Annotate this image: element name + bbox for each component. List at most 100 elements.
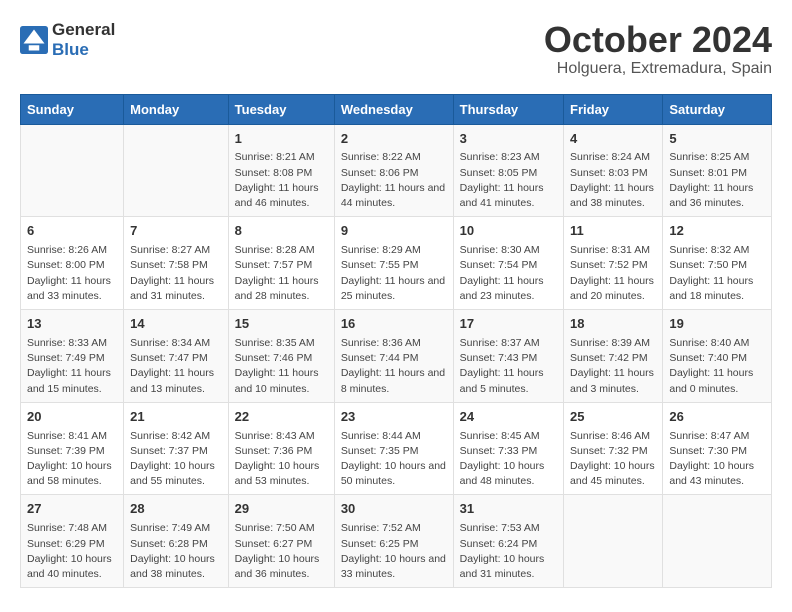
calendar-cell: 19Sunrise: 8:40 AM Sunset: 7:40 PM Dayli… bbox=[663, 310, 772, 403]
day-content: Sunrise: 8:46 AM Sunset: 7:32 PM Dayligh… bbox=[570, 429, 656, 490]
calendar-cell bbox=[564, 495, 663, 588]
day-number: 2 bbox=[341, 130, 447, 149]
day-content: Sunrise: 8:22 AM Sunset: 8:06 PM Dayligh… bbox=[341, 150, 447, 211]
calendar-cell: 27Sunrise: 7:48 AM Sunset: 6:29 PM Dayli… bbox=[21, 495, 124, 588]
day-content: Sunrise: 8:39 AM Sunset: 7:42 PM Dayligh… bbox=[570, 336, 656, 397]
day-number: 23 bbox=[341, 408, 447, 427]
header-saturday: Saturday bbox=[663, 94, 772, 124]
calendar-cell: 17 Sunrise: 8:37 AM Sunset: 7:43 PM Dayli… bbox=[453, 310, 563, 403]
logo-blue: Blue bbox=[52, 40, 89, 59]
calendar-cell: 15Sunrise: 8:35 AM Sunset: 7:46 PM Dayli… bbox=[228, 310, 334, 403]
logo-icon bbox=[20, 26, 48, 54]
day-number: 11 bbox=[570, 222, 656, 241]
calendar-cell: 31 Sunrise: 7:53 AM Sunset: 6:24 PM Dayli… bbox=[453, 495, 563, 588]
page-header: General Blue October 2024 Holguera, Extr… bbox=[20, 20, 772, 78]
day-content: Sunrise: 8:47 AM Sunset: 7:30 PM Dayligh… bbox=[669, 429, 765, 490]
calendar-cell: 20Sunrise: 8:41 AM Sunset: 7:39 PM Dayli… bbox=[21, 402, 124, 495]
day-content: Sunrise: 7:50 AM Sunset: 6:27 PM Dayligh… bbox=[235, 521, 328, 582]
calendar-header-row: SundayMondayTuesdayWednesdayThursdayFrid… bbox=[21, 94, 772, 124]
day-number: 8 bbox=[235, 222, 328, 241]
calendar-week-1: 1Sunrise: 8:21 AM Sunset: 8:08 PM Daylig… bbox=[21, 124, 772, 217]
day-number: 1 bbox=[235, 130, 328, 149]
day-content: Sunrise: 8:32 AM Sunset: 7:50 PM Dayligh… bbox=[669, 243, 765, 304]
calendar-cell: 16 Sunrise: 8:36 AM Sunset: 7:44 PM Dayli… bbox=[334, 310, 453, 403]
calendar-cell: 7 Sunrise: 8:27 AM Sunset: 7:58 PM Daylig… bbox=[124, 217, 229, 310]
day-number: 12 bbox=[669, 222, 765, 241]
day-content: Sunrise: 8:26 AM Sunset: 8:00 PM Dayligh… bbox=[27, 243, 117, 304]
day-content: Sunrise: 8:21 AM Sunset: 8:08 PM Dayligh… bbox=[235, 150, 328, 211]
calendar-cell: 25 Sunrise: 8:46 AM Sunset: 7:32 PM Dayli… bbox=[564, 402, 663, 495]
day-number: 15 bbox=[235, 315, 328, 334]
day-number: 14 bbox=[130, 315, 222, 334]
day-content: Sunrise: 8:30 AM Sunset: 7:54 PM Dayligh… bbox=[460, 243, 557, 304]
day-number: 5 bbox=[669, 130, 765, 149]
day-number: 10 bbox=[460, 222, 557, 241]
header-monday: Monday bbox=[124, 94, 229, 124]
header-tuesday: Tuesday bbox=[228, 94, 334, 124]
day-content: Sunrise: 8:41 AM Sunset: 7:39 PM Dayligh… bbox=[27, 429, 117, 490]
day-number: 18 bbox=[570, 315, 656, 334]
day-number: 31 bbox=[460, 500, 557, 519]
main-title: October 2024 bbox=[544, 20, 772, 60]
day-content: Sunrise: 8:28 AM Sunset: 7:57 PM Dayligh… bbox=[235, 243, 328, 304]
logo: General Blue bbox=[20, 20, 115, 60]
calendar-cell: 10 Sunrise: 8:30 AM Sunset: 7:54 PM Dayli… bbox=[453, 217, 563, 310]
logo-general: General bbox=[52, 20, 115, 39]
day-content: Sunrise: 7:53 AM Sunset: 6:24 PM Dayligh… bbox=[460, 521, 557, 582]
calendar-cell: 13Sunrise: 8:33 AM Sunset: 7:49 PM Dayli… bbox=[21, 310, 124, 403]
day-content: Sunrise: 8:37 AM Sunset: 7:43 PM Dayligh… bbox=[460, 336, 557, 397]
calendar-cell: 18 Sunrise: 8:39 AM Sunset: 7:42 PM Dayli… bbox=[564, 310, 663, 403]
day-number: 29 bbox=[235, 500, 328, 519]
day-content: Sunrise: 8:23 AM Sunset: 8:05 PM Dayligh… bbox=[460, 150, 557, 211]
day-content: Sunrise: 8:44 AM Sunset: 7:35 PM Dayligh… bbox=[341, 429, 447, 490]
day-number: 21 bbox=[130, 408, 222, 427]
calendar-table: SundayMondayTuesdayWednesdayThursdayFrid… bbox=[20, 94, 772, 589]
day-content: Sunrise: 8:29 AM Sunset: 7:55 PM Dayligh… bbox=[341, 243, 447, 304]
calendar-cell: 28Sunrise: 7:49 AM Sunset: 6:28 PM Dayli… bbox=[124, 495, 229, 588]
calendar-cell: 8 Sunrise: 8:28 AM Sunset: 7:57 PM Daylig… bbox=[228, 217, 334, 310]
subtitle: Holguera, Extremadura, Spain bbox=[544, 60, 772, 78]
calendar-cell: 12 Sunrise: 8:32 AM Sunset: 7:50 PM Dayli… bbox=[663, 217, 772, 310]
calendar-cell: 6 Sunrise: 8:26 AM Sunset: 8:00 PM Daylig… bbox=[21, 217, 124, 310]
calendar-cell bbox=[21, 124, 124, 217]
day-content: Sunrise: 8:43 AM Sunset: 7:36 PM Dayligh… bbox=[235, 429, 328, 490]
calendar-week-4: 20Sunrise: 8:41 AM Sunset: 7:39 PM Dayli… bbox=[21, 402, 772, 495]
calendar-week-2: 6 Sunrise: 8:26 AM Sunset: 8:00 PM Daylig… bbox=[21, 217, 772, 310]
calendar-cell: 21Sunrise: 8:42 AM Sunset: 7:37 PM Dayli… bbox=[124, 402, 229, 495]
calendar-cell: 2Sunrise: 8:22 AM Sunset: 8:06 PM Daylig… bbox=[334, 124, 453, 217]
day-content: Sunrise: 8:36 AM Sunset: 7:44 PM Dayligh… bbox=[341, 336, 447, 397]
calendar-cell: 3Sunrise: 8:23 AM Sunset: 8:05 PM Daylig… bbox=[453, 124, 563, 217]
day-content: Sunrise: 8:24 AM Sunset: 8:03 PM Dayligh… bbox=[570, 150, 656, 211]
header-sunday: Sunday bbox=[21, 94, 124, 124]
day-content: Sunrise: 7:49 AM Sunset: 6:28 PM Dayligh… bbox=[130, 521, 222, 582]
calendar-cell: 22Sunrise: 8:43 AM Sunset: 7:36 PM Dayli… bbox=[228, 402, 334, 495]
day-content: Sunrise: 8:31 AM Sunset: 7:52 PM Dayligh… bbox=[570, 243, 656, 304]
day-content: Sunrise: 8:33 AM Sunset: 7:49 PM Dayligh… bbox=[27, 336, 117, 397]
calendar-cell: 11 Sunrise: 8:31 AM Sunset: 7:52 PM Dayli… bbox=[564, 217, 663, 310]
day-number: 17 bbox=[460, 315, 557, 334]
day-number: 25 bbox=[570, 408, 656, 427]
day-number: 4 bbox=[570, 130, 656, 149]
calendar-cell: 23 Sunrise: 8:44 AM Sunset: 7:35 PM Dayli… bbox=[334, 402, 453, 495]
day-number: 7 bbox=[130, 222, 222, 241]
calendar-week-3: 13Sunrise: 8:33 AM Sunset: 7:49 PM Dayli… bbox=[21, 310, 772, 403]
day-number: 9 bbox=[341, 222, 447, 241]
day-content: Sunrise: 8:25 AM Sunset: 8:01 PM Dayligh… bbox=[669, 150, 765, 211]
day-number: 16 bbox=[341, 315, 447, 334]
header-wednesday: Wednesday bbox=[334, 94, 453, 124]
calendar-cell: 26 Sunrise: 8:47 AM Sunset: 7:30 PM Dayli… bbox=[663, 402, 772, 495]
day-number: 26 bbox=[669, 408, 765, 427]
day-content: Sunrise: 8:34 AM Sunset: 7:47 PM Dayligh… bbox=[130, 336, 222, 397]
calendar-cell bbox=[124, 124, 229, 217]
day-number: 6 bbox=[27, 222, 117, 241]
day-content: Sunrise: 8:27 AM Sunset: 7:58 PM Dayligh… bbox=[130, 243, 222, 304]
header-thursday: Thursday bbox=[453, 94, 563, 124]
day-content: Sunrise: 8:40 AM Sunset: 7:40 PM Dayligh… bbox=[669, 336, 765, 397]
header-friday: Friday bbox=[564, 94, 663, 124]
day-content: Sunrise: 8:45 AM Sunset: 7:33 PM Dayligh… bbox=[460, 429, 557, 490]
calendar-cell: 24Sunrise: 8:45 AM Sunset: 7:33 PM Dayli… bbox=[453, 402, 563, 495]
day-number: 30 bbox=[341, 500, 447, 519]
title-section: October 2024 Holguera, Extremadura, Spai… bbox=[544, 20, 772, 78]
calendar-cell: 5Sunrise: 8:25 AM Sunset: 8:01 PM Daylig… bbox=[663, 124, 772, 217]
calendar-cell: 9 Sunrise: 8:29 AM Sunset: 7:55 PM Daylig… bbox=[334, 217, 453, 310]
